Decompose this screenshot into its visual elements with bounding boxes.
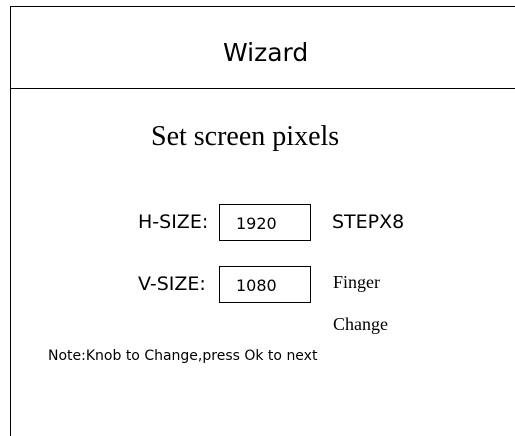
section-subtitle: Set screen pixels bbox=[151, 121, 340, 152]
h-size-label: H-SIZE: bbox=[138, 211, 209, 233]
v-size-label: V-SIZE: bbox=[138, 273, 206, 295]
instruction-note: Note:Knob to Change,press Ok to next bbox=[48, 348, 318, 364]
header-bar: Wizard bbox=[11, 7, 515, 89]
v-size-value: 1080 bbox=[236, 276, 277, 295]
wizard-screen: Wizard Set screen pixels H-SIZE: 1920 ST… bbox=[10, 6, 515, 436]
mode-label-line1: Finger bbox=[333, 272, 380, 292]
h-size-input[interactable]: 1920 bbox=[219, 204, 311, 241]
step-indicator: STEPX8 bbox=[332, 211, 405, 233]
v-size-input[interactable]: 1080 bbox=[219, 266, 311, 303]
page-title: Wizard bbox=[223, 38, 309, 67]
h-size-value: 1920 bbox=[236, 214, 277, 233]
mode-label-line2: Change bbox=[333, 314, 388, 334]
